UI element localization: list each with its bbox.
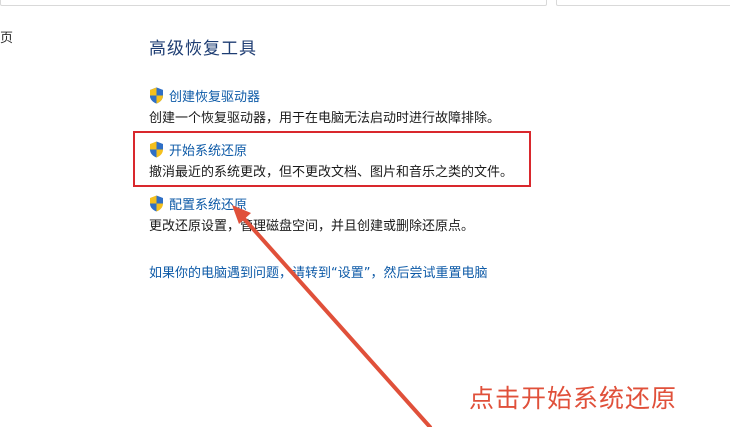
tool-title: 创建恢复驱动器 (169, 90, 261, 105)
tool-create-recovery-drive: 创建恢复驱动器 创建一个恢复驱动器，用于在电脑无法启动时进行故障排除。 (149, 86, 500, 126)
sidebar-text-fragment: 页 (0, 31, 14, 46)
uac-shield-icon (149, 195, 164, 212)
highlight-box (133, 131, 531, 187)
tool-description: 更改还原设置，管理磁盘空间，并且创建或删除还原点。 (149, 219, 475, 234)
top-strip (0, 0, 730, 6)
address-bar[interactable] (0, 0, 547, 6)
configure-system-restore-link[interactable]: 配置系统还原 (149, 194, 474, 213)
page-title: 高级恢复工具 (149, 39, 257, 59)
tool-configure-system-restore: 配置系统还原 更改还原设置，管理磁盘空间，并且创建或删除还原点。 (149, 194, 474, 234)
tool-description: 创建一个恢复驱动器，用于在电脑无法启动时进行故障排除。 (149, 111, 501, 126)
annotation-label: 点击开始系统还原 (469, 384, 678, 413)
reset-pc-settings-link[interactable]: 如果你的电脑遇到问题，请转到“设置”，然后尝试重置电脑 (149, 262, 487, 281)
search-box[interactable] (556, 0, 730, 6)
tool-title: 配置系统还原 (169, 198, 248, 213)
create-recovery-drive-link[interactable]: 创建恢复驱动器 (149, 86, 500, 105)
uac-shield-icon (149, 87, 164, 104)
